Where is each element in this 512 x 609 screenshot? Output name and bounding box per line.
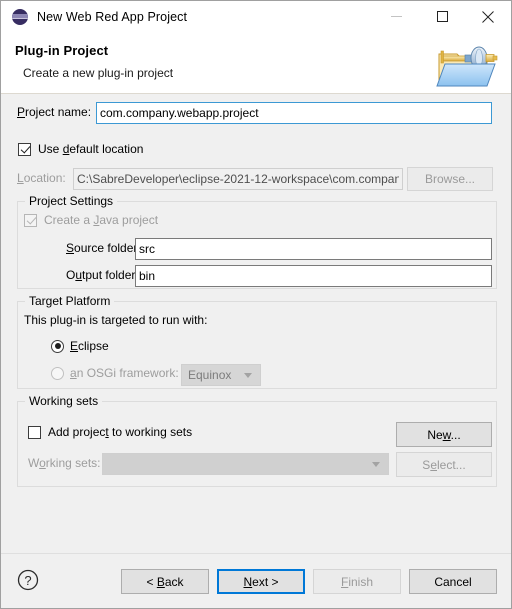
osgi-framework-value: Equinox — [188, 368, 232, 382]
eclipse-radio-row[interactable]: Eclipse — [51, 339, 109, 353]
eclipse-icon — [12, 8, 28, 25]
back-button-label: < Back — [146, 574, 184, 589]
window-title: New Web Red App Project — [37, 9, 188, 24]
add-project-to-working-sets-checkbox[interactable] — [28, 425, 41, 439]
new-working-set-button[interactable]: New... — [396, 422, 492, 447]
target-platform-description: This plug-in is targeted to run with: — [24, 313, 207, 327]
chevron-down-icon — [372, 462, 380, 467]
svg-text:?: ? — [24, 573, 31, 588]
window-controls — [373, 1, 511, 32]
use-default-location-label: Use default location — [38, 142, 144, 156]
use-default-location-checkbox[interactable] — [18, 142, 31, 156]
help-icon[interactable]: ? — [17, 569, 39, 591]
chevron-down-icon — [244, 373, 252, 378]
project-name-label: Project name: — [17, 105, 92, 119]
location-input — [73, 168, 403, 190]
working-sets-row: Working sets: — [28, 456, 100, 470]
output-folder-label: Output folder: — [66, 268, 139, 282]
next-button-label: Next > — [243, 574, 279, 589]
plugin-project-banner-icon — [436, 46, 498, 87]
target-platform-description-label: This plug-in is targeted to run with: — [24, 313, 208, 327]
new-plugin-project-dialog: New Web Red App Project Plug-in Project … — [0, 0, 512, 609]
osgi-radio-row[interactable]: an OSGi framework: — [51, 366, 179, 380]
create-java-project-checkbox — [24, 213, 37, 227]
create-java-project-label: Create a Java project — [44, 213, 159, 227]
footer-buttons: < Back Next > Finish Cancel — [121, 569, 497, 594]
source-folder-input[interactable] — [135, 238, 492, 260]
finish-button-label: Finish — [340, 574, 374, 589]
source-folder-row: Source folder: — [66, 241, 141, 255]
wizard-header: Plug-in Project Create a new plug-in pro… — [1, 32, 511, 94]
next-button[interactable]: Next > — [217, 569, 305, 594]
new-working-set-label: New... — [427, 427, 461, 442]
create-java-project-row[interactable]: Create a Java project — [24, 213, 158, 227]
output-folder-row: Output folder: — [66, 268, 139, 282]
project-settings-group: Project Settings Create a Java project S… — [17, 194, 497, 289]
osgi-radio — [51, 366, 64, 380]
wizard-content: Project name: Use default location Locat… — [1, 94, 511, 553]
minimize-button[interactable] — [373, 1, 419, 32]
project-name-input[interactable] — [96, 102, 492, 124]
add-project-to-working-sets-label: Add project to working sets — [48, 425, 193, 439]
cancel-button[interactable]: Cancel — [409, 569, 497, 594]
working-sets-combo — [102, 453, 389, 475]
project-settings-title: Project Settings — [25, 194, 118, 208]
title-bar: New Web Red App Project — [1, 1, 511, 32]
working-sets-label: Working sets: — [28, 456, 101, 470]
source-folder-label: Source folder: — [66, 241, 141, 255]
finish-button[interactable]: Finish — [313, 569, 401, 594]
target-platform-title: Target Platform — [25, 294, 115, 308]
working-sets-title: Working sets — [25, 394, 103, 408]
eclipse-radio[interactable] — [51, 339, 64, 353]
select-working-set-label: Select... — [422, 457, 466, 472]
eclipse-radio-label: Eclipse — [70, 339, 109, 353]
osgi-radio-label: an OSGi framework: — [70, 366, 179, 380]
osgi-framework-combo: Equinox — [181, 364, 261, 386]
select-working-set-button[interactable]: Select... — [396, 452, 492, 477]
location-row: Location: — [17, 171, 66, 185]
dialog-footer: ? < Back Next > Finish Cancel — [1, 553, 511, 608]
output-folder-input[interactable] — [135, 265, 492, 287]
back-button[interactable]: < Back — [121, 569, 209, 594]
working-sets-group: Working sets Add project to working sets… — [17, 394, 497, 487]
add-project-to-working-sets-row[interactable]: Add project to working sets — [28, 425, 192, 439]
target-platform-group: Target Platform This plug-in is targeted… — [17, 294, 497, 389]
use-default-location-row[interactable]: Use default location — [18, 142, 143, 156]
browse-button-label: Browse... — [424, 172, 475, 186]
location-label: Location: — [17, 171, 66, 185]
project-name-row: Project name: — [17, 105, 91, 119]
cancel-button-label: Cancel — [434, 574, 472, 589]
maximize-button[interactable] — [419, 1, 465, 32]
close-button[interactable] — [465, 1, 511, 32]
browse-button[interactable]: Browse... — [407, 167, 493, 191]
